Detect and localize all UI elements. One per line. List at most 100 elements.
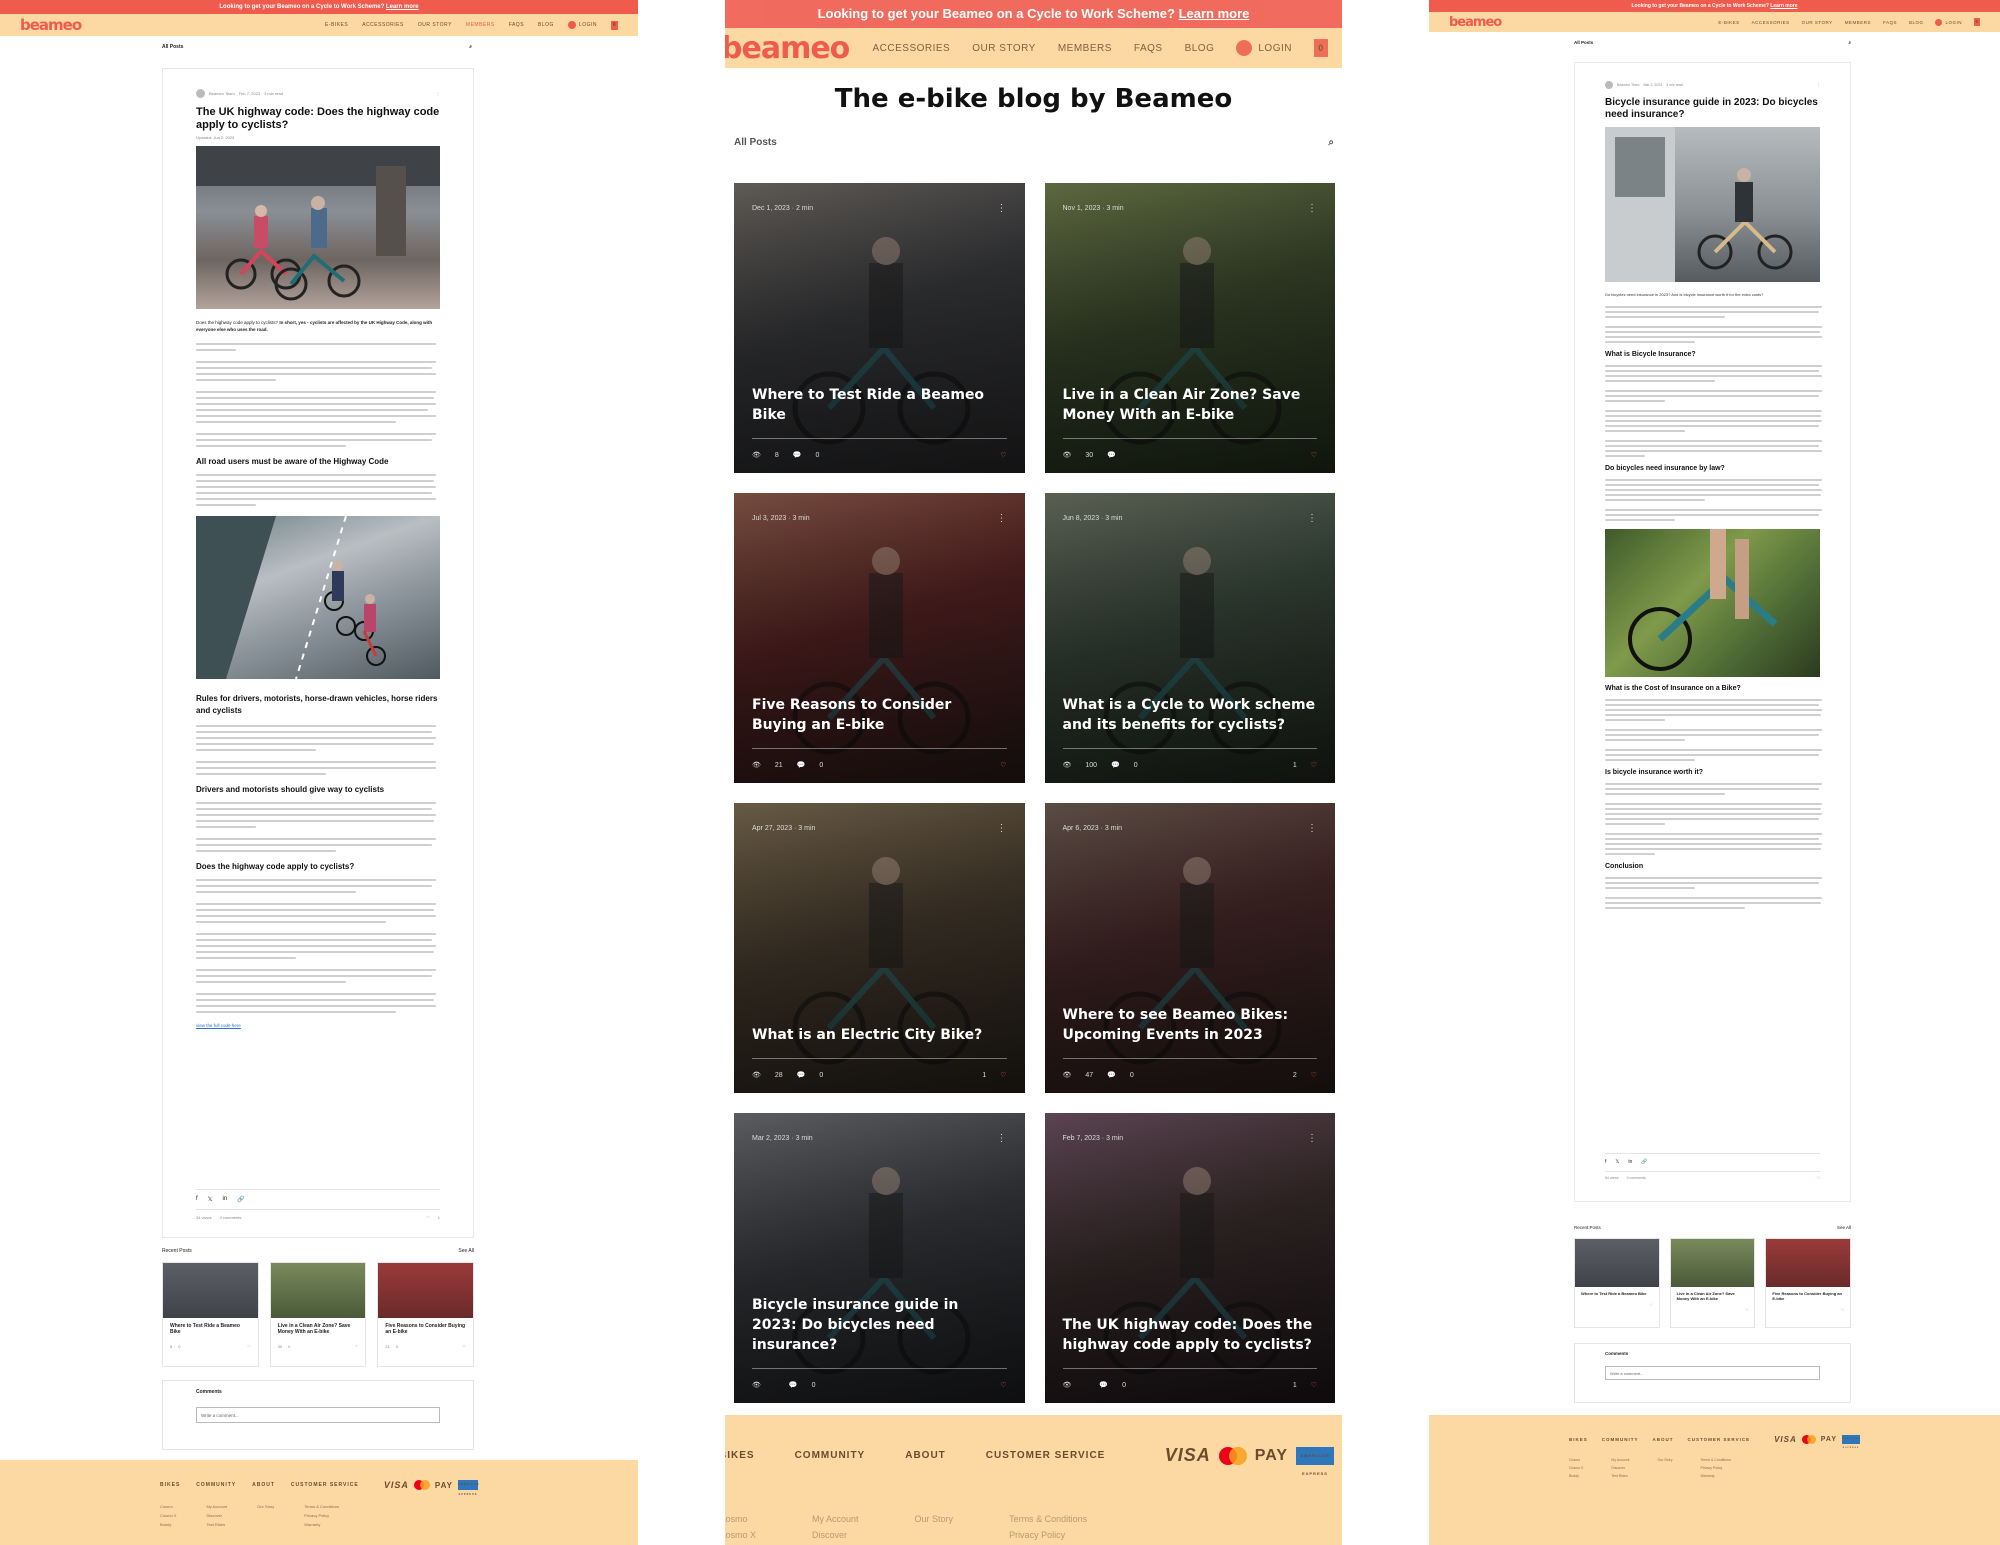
footer-customer-service[interactable]: CUSTOMER SERVICE — [291, 1482, 359, 1488]
banner-link[interactable]: Learn more — [1179, 6, 1250, 21]
more-icon[interactable]: ⋮ — [1307, 513, 1317, 524]
banner-link[interactable]: Learn more — [1770, 3, 1797, 9]
login-label[interactable]: LOGIN — [579, 22, 597, 28]
more-icon[interactable]: ⋮ — [997, 513, 1007, 524]
more-icon[interactable]: ⋮ — [1307, 1133, 1317, 1144]
facebook-icon[interactable]: f — [1605, 1159, 1606, 1165]
x-icon[interactable]: 𝕏 — [208, 1196, 213, 1203]
post-card[interactable]: Feb 7, 2023 · 3 min ⋮ The UK highway cod… — [1044, 1113, 1335, 1403]
nav-blog[interactable]: BLOG — [1909, 20, 1924, 25]
recent-title[interactable]: Five Reasons to Consider Buying an E-bik… — [378, 1318, 473, 1340]
heart-icon[interactable]: ♡ — [1311, 1381, 1317, 1389]
all-posts-link[interactable]: All Posts — [1574, 40, 1593, 45]
more-icon[interactable]: ⋮ — [436, 91, 440, 96]
comment-input[interactable]: Write a comment... — [196, 1407, 440, 1423]
card-title[interactable]: Where to see Beameo Bikes: Upcoming Even… — [1063, 1005, 1318, 1045]
nav-ebikes[interactable]: E-BIKES — [1718, 20, 1739, 25]
see-all-link[interactable]: See All — [458, 1248, 474, 1254]
author-name[interactable]: Beameo Team — [1617, 83, 1640, 87]
linkedin-icon[interactable]: in — [1628, 1159, 1632, 1165]
nav-blog[interactable]: BLOG — [538, 22, 554, 28]
heart-icon[interactable]: ♡ — [247, 1344, 251, 1349]
card-title[interactable]: Bicycle insurance guide in 2023: Do bicy… — [752, 1295, 1007, 1355]
card-title[interactable]: What is an Electric City Bike? — [752, 1025, 1007, 1045]
card-title[interactable]: The UK highway code: Does the highway co… — [1063, 1315, 1318, 1355]
card-title[interactable]: Live in a Clean Air Zone? Save Money Wit… — [1063, 385, 1318, 425]
author-name[interactable]: Beameo Team — [209, 91, 235, 96]
search-icon[interactable]: ⌕ — [469, 44, 472, 50]
post-card[interactable]: Apr 27, 2023 · 3 min ⋮ What is an Electr… — [734, 803, 1025, 1093]
recent-title[interactable]: Five Reasons to Consider Buying an E-bik… — [1766, 1287, 1850, 1305]
nav-members[interactable]: MEMBERS — [466, 22, 495, 28]
recent-title[interactable]: Live in a Clean Air Zone? Save Money Wit… — [1671, 1287, 1755, 1305]
recent-card-3[interactable]: Five Reasons to Consider Buying an E-bik… — [1765, 1238, 1852, 1328]
all-posts-link[interactable]: All Posts — [734, 137, 777, 148]
footer-about[interactable]: ABOUT — [252, 1482, 275, 1488]
nav-ebikes[interactable]: E-BIKES — [325, 22, 348, 28]
heart-icon[interactable]: ♡ — [426, 1215, 430, 1220]
post-card[interactable]: Jun 8, 2023 · 3 min ⋮ What is a Cycle to… — [1044, 493, 1335, 783]
more-icon[interactable]: ⋮ — [1307, 823, 1317, 834]
card-title[interactable]: Five Reasons to Consider Buying an E-bik… — [752, 695, 1007, 735]
heart-icon[interactable]: ♡ — [1311, 1071, 1317, 1079]
heart-icon[interactable]: ♡ — [1000, 1381, 1006, 1389]
heart-icon[interactable]: ♡ — [1311, 761, 1317, 769]
heart-icon[interactable]: ♡ — [1000, 451, 1006, 459]
post-card[interactable]: Nov 1, 2023 · 3 min ⋮ Live in a Clean Ai… — [1044, 183, 1335, 473]
nav-members[interactable]: MEMBERS — [1845, 20, 1871, 25]
heart-icon[interactable]: ♡ — [1841, 1308, 1844, 1312]
more-icon[interactable]: ⋮ — [1817, 83, 1821, 87]
recent-title[interactable]: Live in a Clean Air Zone? Save Money Wit… — [271, 1318, 366, 1340]
recent-card-3[interactable]: Five Reasons to Consider Buying an E-bik… — [377, 1262, 475, 1367]
search-icon[interactable]: ⌕ — [1848, 40, 1851, 45]
recent-title[interactable]: Where to Test Ride a Beameo Bike — [1575, 1287, 1659, 1300]
nav-our-story[interactable]: OUR STORY — [1802, 20, 1833, 25]
login-area[interactable]: LOGIN — [567, 21, 597, 29]
cart-icon[interactable]: 0 — [1974, 18, 1980, 26]
post-card[interactable]: Dec 1, 2023 · 2 min ⋮ Where to Test Ride… — [734, 183, 1025, 473]
banner-link[interactable]: Learn more — [386, 4, 419, 10]
all-posts-link[interactable]: All Posts — [162, 44, 183, 50]
login-area[interactable]: LOGIN — [1935, 18, 1962, 26]
cart-icon[interactable]: 0 — [611, 20, 618, 30]
nav-faqs[interactable]: FAQS — [1883, 20, 1897, 25]
footer-community[interactable]: COMMUNITY — [1602, 1437, 1639, 1442]
link-icon[interactable]: 🔗 — [237, 1196, 244, 1203]
login-label[interactable]: LOGIN — [1258, 43, 1292, 54]
heart-icon[interactable]: ♡ — [1000, 761, 1006, 769]
heart-icon[interactable]: ♡ — [1000, 1071, 1006, 1079]
login-area[interactable]: LOGIN — [1236, 40, 1292, 56]
more-icon[interactable]: ⋮ — [997, 203, 1007, 214]
footer-bikes[interactable]: BIKES — [725, 1450, 755, 1461]
footer-bikes[interactable]: BIKES — [160, 1482, 180, 1488]
footer-customer-service[interactable]: CUSTOMER SERVICE — [986, 1450, 1106, 1461]
linkedin-icon[interactable]: in — [223, 1196, 228, 1203]
comment-input[interactable]: Write a comment... — [1605, 1366, 1820, 1380]
recent-card-2[interactable]: Live in a Clean Air Zone? Save Money Wit… — [1669, 1238, 1756, 1328]
heart-icon[interactable]: ♡ — [1745, 1308, 1748, 1312]
post-card[interactable]: Mar 2, 2023 · 3 min ⋮ Bicycle insurance … — [734, 1113, 1025, 1403]
recent-title[interactable]: Where to Test Ride a Beameo Bike — [163, 1318, 258, 1340]
nav-accessories[interactable]: ACCESSORIES — [362, 22, 404, 28]
heart-icon[interactable]: ♡ — [1817, 1176, 1820, 1180]
nav-our-story[interactable]: OUR STORY — [972, 43, 1036, 54]
full-code-link[interactable]: view the full code here — [196, 1023, 241, 1028]
footer-community[interactable]: COMMUNITY — [795, 1450, 866, 1461]
footer-customer-service[interactable]: CUSTOMER SERVICE — [1688, 1437, 1751, 1442]
footer-about[interactable]: ABOUT — [905, 1450, 946, 1461]
recent-card-1[interactable]: Where to Test Ride a Beameo Bike ♡ — [1574, 1238, 1660, 1328]
see-all-link[interactable]: See All — [1837, 1225, 1851, 1230]
footer-community[interactable]: COMMUNITY — [196, 1482, 236, 1488]
facebook-icon[interactable]: f — [196, 1196, 198, 1203]
footer-bikes[interactable]: BIKES — [1569, 1437, 1588, 1442]
search-icon[interactable]: ⌕ — [1328, 137, 1334, 148]
nav-blog[interactable]: BLOG — [1185, 43, 1215, 54]
nav-our-story[interactable]: OUR STORY — [418, 22, 452, 28]
more-icon[interactable]: ⋮ — [997, 1133, 1007, 1144]
logo[interactable]: beameo — [1449, 15, 1502, 30]
nav-accessories[interactable]: ACCESSORIES — [872, 43, 950, 54]
nav-members[interactable]: MEMBERS — [1058, 43, 1112, 54]
heart-icon[interactable]: ♡ — [355, 1344, 359, 1349]
nav-faqs[interactable]: FAQS — [1134, 43, 1163, 54]
post-card[interactable]: Apr 6, 2023 · 3 min ⋮ Where to see Beame… — [1044, 803, 1335, 1093]
